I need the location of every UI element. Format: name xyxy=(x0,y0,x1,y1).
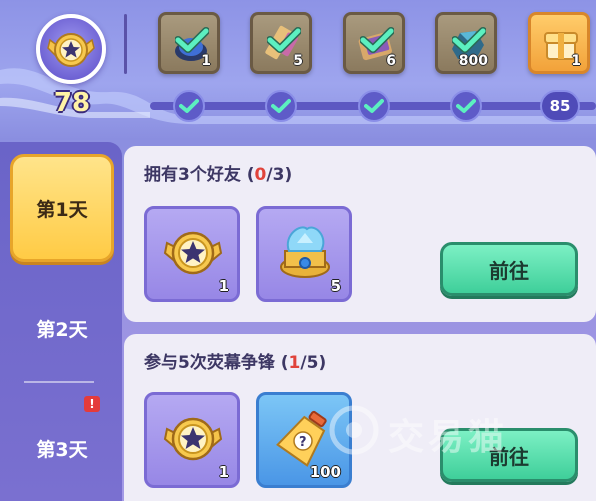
progress-node-4 xyxy=(450,90,482,122)
milestone-reward-2[interactable]: 5 xyxy=(250,12,312,74)
go-button[interactable]: 前往 xyxy=(440,242,578,296)
mystery-bottle-icon: ? xyxy=(276,410,327,467)
task-reward-slot[interactable]: 1 xyxy=(144,206,240,302)
level-badge xyxy=(36,14,106,84)
check-icon xyxy=(179,99,199,113)
divider xyxy=(124,14,127,74)
task-reward-slot[interactable]: 1 xyxy=(144,392,240,488)
check-icon xyxy=(267,27,301,53)
reward-count: 1 xyxy=(218,463,229,481)
tab-day-3[interactable]: 第3天 xyxy=(10,394,114,501)
go-button[interactable]: 前往 xyxy=(440,428,578,482)
task-name: 参与5次荧幕争锋 xyxy=(144,353,275,373)
tab-day-2[interactable]: 第2天 xyxy=(10,274,114,382)
task-reward-slot[interactable]: 5 xyxy=(256,206,352,302)
task-name: 拥有3个好友 xyxy=(144,165,241,185)
reward-count: 100 xyxy=(309,463,341,481)
task-progress-current: 0 xyxy=(254,165,267,185)
milestone-reward-3[interactable]: 6 xyxy=(343,12,405,74)
milestone-reward-5[interactable]: 1 xyxy=(528,12,590,74)
reward-count: 5 xyxy=(293,53,303,69)
check-icon xyxy=(456,99,476,113)
milestone-reward-4[interactable]: 800 xyxy=(435,12,497,74)
reward-count: 1 xyxy=(218,277,229,295)
svg-text:?: ? xyxy=(299,435,307,450)
check-icon xyxy=(452,27,486,53)
star-medal-icon xyxy=(47,33,95,67)
task-progress-current: 1 xyxy=(288,353,301,373)
current-level-value: 78 xyxy=(53,88,91,118)
task-card: 参与5次荧幕争锋 (1/5) 1 ? 100 前往 xyxy=(124,334,596,501)
reward-count: 6 xyxy=(386,53,396,69)
day-tabs: 第1天 第2天 ! 第3天 xyxy=(0,142,122,501)
check-icon xyxy=(271,99,291,113)
task-reward-slot[interactable]: ? 100 xyxy=(256,392,352,488)
check-icon xyxy=(364,99,384,113)
task-title: 参与5次荧幕争锋 (1/5) xyxy=(144,353,327,373)
progress-node-3 xyxy=(358,90,390,122)
star-medal-icon xyxy=(163,231,223,275)
task-progress-total: 3 xyxy=(272,165,285,185)
star-medal-icon xyxy=(163,417,223,461)
tab-day-1[interactable]: 第1天 xyxy=(10,154,114,262)
reward-count: 1 xyxy=(201,53,211,69)
task-progress-total: 5 xyxy=(306,353,319,373)
task-title: 拥有3个好友 (0/3) xyxy=(144,165,293,185)
progress-node-1 xyxy=(173,90,205,122)
reward-count: 800 xyxy=(458,53,488,69)
crystal-chest-icon xyxy=(280,226,330,278)
check-icon xyxy=(175,27,209,53)
check-icon xyxy=(360,27,394,53)
progress-band: 78 1 5 6 800 1 85 xyxy=(0,0,596,140)
tab-divider xyxy=(24,381,94,383)
reward-count: 1 xyxy=(571,53,581,69)
progress-node-final: 85 xyxy=(540,90,580,122)
progress-node-2 xyxy=(265,90,297,122)
reward-count: 5 xyxy=(330,277,341,295)
task-card: 拥有3个好友 (0/3) 1 5 前往 xyxy=(124,146,596,322)
milestone-reward-1[interactable]: 1 xyxy=(158,12,220,74)
